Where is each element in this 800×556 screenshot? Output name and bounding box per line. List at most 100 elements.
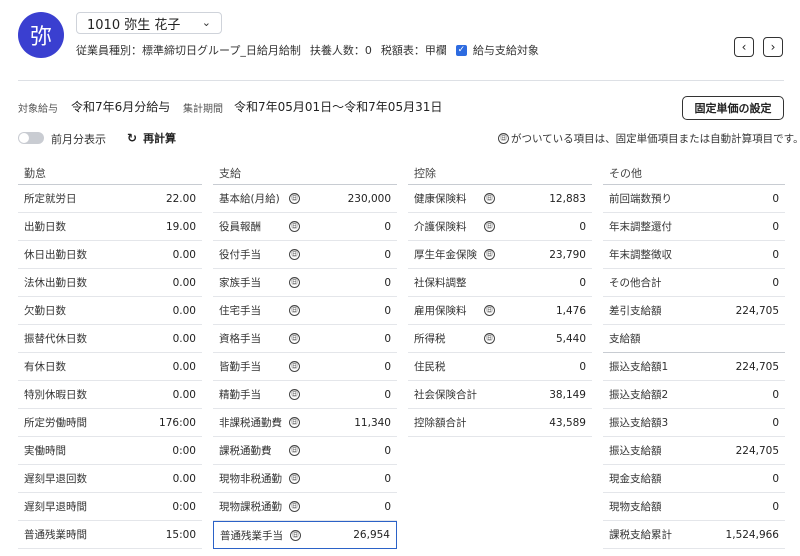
- other-row-label: 振込支給額1: [609, 361, 669, 373]
- attendance-row-value: 0.00: [172, 332, 196, 345]
- other-row[interactable]: 課税支給累計 1,524,966: [603, 521, 785, 549]
- attendance-row[interactable]: 遅刻早退回数 0.00: [18, 465, 202, 493]
- other-column: その他 前回端数預り 0 年末調整還付 0 年末調整徴収 0 その他合計 0 差引支給額 224,7…: [603, 161, 785, 549]
- fixed-mark-icon: ㊐: [289, 389, 300, 400]
- payment-row[interactable]: 精勤手当 ㊐ 0: [213, 381, 397, 409]
- payment-row[interactable]: 現物課税通勤㊐ 0: [213, 493, 397, 521]
- prev-month-toggle[interactable]: [18, 132, 44, 144]
- attendance-row-label: 特別休暇日数: [24, 389, 87, 401]
- deduction-row[interactable]: 健康保険料 ㊐ 12,883: [408, 185, 592, 213]
- recalculate-button[interactable]: ↻ 再計算: [127, 130, 176, 146]
- employee-select[interactable]: 1010 弥生 花子 ⌄: [76, 12, 222, 34]
- fixed-unit-price-button[interactable]: 固定単価の設定: [682, 96, 784, 120]
- attendance-column-title: 勤怠: [18, 161, 202, 185]
- attendance-row-value: 0.00: [172, 388, 196, 401]
- other-column-title: その他: [603, 161, 785, 185]
- deduction-row-label: 厚生年金保険: [414, 249, 477, 261]
- other-row[interactable]: 振込支給額1 224,705: [603, 353, 785, 381]
- attendance-row[interactable]: 振替代休日数 0.00: [18, 325, 202, 353]
- deduction-row[interactable]: 介護保険料 ㊐ 0: [408, 213, 592, 241]
- attendance-row[interactable]: 実働時間 0:00: [18, 437, 202, 465]
- next-employee-button[interactable]: ›: [763, 37, 783, 57]
- deduction-row[interactable]: 厚生年金保険㊐ 23,790: [408, 241, 592, 269]
- employee-avatar: 弥: [18, 12, 64, 58]
- deduction-row[interactable]: 控除額合計 43,589: [408, 409, 592, 437]
- attendance-row-label: 所定労働時間: [24, 417, 87, 429]
- payment-row[interactable]: 住宅手当 ㊐ 0: [213, 297, 397, 325]
- other-row-label: 振込支給額2: [609, 389, 669, 401]
- dependents-count: 扶養人数：0: [309, 44, 372, 57]
- attendance-row[interactable]: 所定労働時間 176:00: [18, 409, 202, 437]
- attendance-row-label: 欠勤日数: [24, 305, 66, 317]
- other-row-value: 0: [772, 416, 779, 429]
- chevron-left-icon: ‹: [741, 40, 747, 54]
- chevron-down-icon: ⌄: [201, 16, 211, 29]
- other-row[interactable]: 前回端数預り 0: [603, 185, 785, 213]
- attendance-row[interactable]: 欠勤日数 0.00: [18, 297, 202, 325]
- employee-type: 従業員種別：標準締切日グループ_日給月給制: [76, 44, 301, 57]
- fixed-mark-icon: ㊐: [289, 473, 300, 484]
- other-row[interactable]: 差引支給額 224,705: [603, 297, 785, 325]
- payment-row[interactable]: 基本給(月給) ㊐ 230,000: [213, 185, 397, 213]
- other-row[interactable]: 支給額: [603, 325, 785, 353]
- fixed-mark-icon: ㊐: [484, 305, 495, 316]
- attendance-row-value: 19.00: [165, 220, 196, 233]
- other-row-value: 1,524,966: [725, 528, 779, 541]
- payment-row[interactable]: 現物非税通勤㊐ 0: [213, 465, 397, 493]
- attendance-row-label: 所定就労日: [24, 193, 77, 205]
- payment-row[interactable]: 資格手当 ㊐ 0: [213, 325, 397, 353]
- other-row-label: その他合計: [609, 277, 662, 289]
- attendance-row[interactable]: 特別休暇日数 0.00: [18, 381, 202, 409]
- fixed-mark-icon: ㊐: [289, 249, 300, 260]
- attendance-row[interactable]: 法休出勤日数 0.00: [18, 269, 202, 297]
- deduction-row-label: 控除額合計: [414, 417, 467, 429]
- payment-row-value: 0: [384, 444, 391, 457]
- fixed-item-note-text: がついている項目は、固定単価項目または自動計算項目です。: [511, 133, 800, 145]
- deduction-row[interactable]: 社会保険合計 38,149: [408, 381, 592, 409]
- payment-row[interactable]: 役員報酬 ㊐ 0: [213, 213, 397, 241]
- other-row[interactable]: 振込支給額 224,705: [603, 437, 785, 465]
- other-row-value: 224,705: [735, 304, 779, 317]
- attendance-row[interactable]: 所定就労日 22.00: [18, 185, 202, 213]
- payment-row[interactable]: 課税通勤費 ㊐ 0: [213, 437, 397, 465]
- other-row-label: 現金支給額: [609, 473, 662, 485]
- other-row[interactable]: 振込支給額2 0: [603, 381, 785, 409]
- deduction-column-title: 控除: [408, 161, 592, 185]
- attendance-row[interactable]: 遅刻早退時間 0:00: [18, 493, 202, 521]
- attendance-row[interactable]: 有休日数 0.00: [18, 353, 202, 381]
- deduction-row[interactable]: 所得税 ㊐ 5,440: [408, 325, 592, 353]
- payment-row[interactable]: 家族手当 ㊐ 0: [213, 269, 397, 297]
- attendance-row-value: 0:00: [172, 500, 196, 513]
- payment-row-label: 現物課税通勤: [219, 501, 282, 513]
- payment-row[interactable]: 皆勤手当 ㊐ 0: [213, 353, 397, 381]
- payment-row-label: 現物非税通勤: [219, 473, 282, 485]
- fixed-mark-icon: ㊐: [289, 417, 300, 428]
- attendance-row[interactable]: 出勤日数 19.00: [18, 213, 202, 241]
- payment-row[interactable]: 普通残業手当㊐ 26,954: [213, 521, 397, 549]
- other-row[interactable]: その他合計 0: [603, 269, 785, 297]
- other-row[interactable]: 振込支給額3 0: [603, 409, 785, 437]
- other-row[interactable]: 年末調整徴収 0: [603, 241, 785, 269]
- attendance-row-label: 実働時間: [24, 445, 66, 457]
- payment-row[interactable]: 非課税通勤費㊐ 11,340: [213, 409, 397, 437]
- other-row[interactable]: 現金支給額 0: [603, 465, 785, 493]
- attendance-row-value: 15:00: [165, 528, 196, 541]
- payment-row-label: 役員報酬: [219, 221, 261, 233]
- tax-table: 税額表：甲欄: [380, 44, 447, 57]
- other-row[interactable]: 年末調整還付 0: [603, 213, 785, 241]
- other-row-label: 支給額: [609, 333, 641, 345]
- deduction-row[interactable]: 雇用保険料 ㊐ 1,476: [408, 297, 592, 325]
- payment-row-value: 11,340: [354, 416, 391, 429]
- attendance-row[interactable]: 普通残業時間 15:00: [18, 521, 202, 549]
- other-row[interactable]: 現物支給額 0: [603, 493, 785, 521]
- deduction-row[interactable]: 社保料調整 0: [408, 269, 592, 297]
- other-row-label: 現物支給額: [609, 501, 662, 513]
- payment-target-checkbox[interactable]: ✓: [455, 44, 467, 56]
- payment-row[interactable]: 役付手当 ㊐ 0: [213, 241, 397, 269]
- attendance-row[interactable]: 休日出勤日数 0.00: [18, 241, 202, 269]
- deduction-row[interactable]: 住民税 0: [408, 353, 592, 381]
- attendance-row-value: 0.00: [172, 248, 196, 261]
- aggregation-period-label: 集計期間: [183, 104, 223, 115]
- prev-employee-button[interactable]: ‹: [734, 37, 754, 57]
- other-row-value: 0: [772, 276, 779, 289]
